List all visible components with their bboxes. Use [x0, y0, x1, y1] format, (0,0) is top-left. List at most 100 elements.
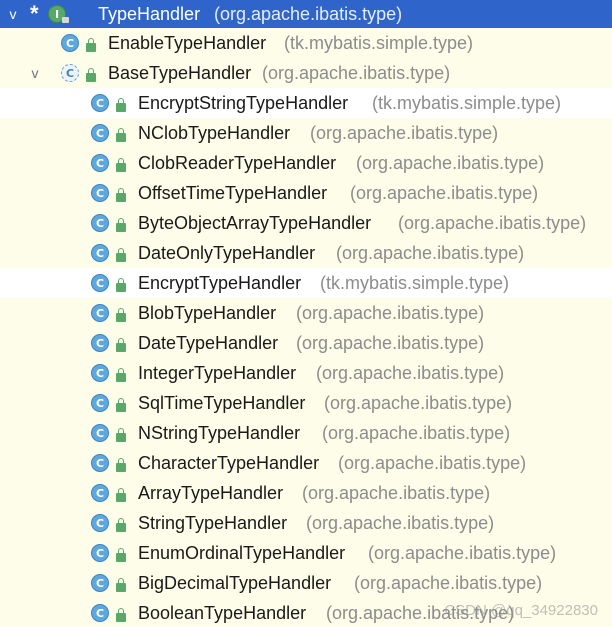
lock-icon: [86, 38, 96, 52]
node-package: (org.apache.ibatis.type): [354, 572, 543, 593]
lock-icon: [116, 218, 126, 232]
tree-node-child[interactable]: C EncryptStringTypeHandler (tk.mybatis.s…: [0, 88, 612, 118]
node-name: NClobTypeHandler: [138, 122, 291, 143]
watermark: CSDN @qq_34922830: [444, 602, 598, 619]
node-name: CharacterTypeHandler: [138, 452, 320, 473]
class-icon: C: [91, 334, 109, 352]
abstract-class-icon: C: [61, 64, 79, 82]
class-icon: C: [91, 274, 109, 292]
node-name: SqlTimeTypeHandler: [138, 392, 306, 413]
node-name: StringTypeHandler: [138, 512, 288, 533]
lock-icon: [116, 578, 126, 592]
lock-icon: [116, 518, 126, 532]
node-package: (org.apache.ibatis.type): [322, 422, 511, 443]
class-icon: C: [91, 544, 109, 562]
node-package: (org.apache.ibatis.type): [338, 452, 527, 473]
node-name: BigDecimalTypeHandler: [138, 572, 332, 593]
node-package: (org.apache.ibatis.type): [302, 482, 491, 503]
class-icon: C: [91, 424, 109, 442]
node-package: (org.apache.ibatis.type): [296, 302, 485, 323]
node-name: ClobReaderTypeHandler: [138, 152, 337, 173]
tree-node-enabletypehandler[interactable]: C EnableTypeHandler (tk.mybatis.simple.t…: [0, 28, 612, 58]
node-name: EncryptStringTypeHandler: [138, 92, 349, 113]
tree-node-child[interactable]: C BlobTypeHandler (org.apache.ibatis.typ…: [0, 298, 612, 328]
node-name: TypeHandler: [98, 3, 201, 24]
class-icon: C: [61, 34, 79, 52]
tree-node-child[interactable]: C ByteObjectArrayTypeHandler (org.apache…: [0, 208, 612, 238]
node-name: DateTypeHandler: [138, 332, 279, 353]
node-package: (org.apache.ibatis.type): [350, 182, 539, 203]
tree-node-child[interactable]: C CharacterTypeHandler (org.apache.ibati…: [0, 448, 612, 478]
node-package: (org.apache.ibatis.type): [310, 122, 499, 143]
tree-node-child[interactable]: C StringTypeHandler (org.apache.ibatis.t…: [0, 508, 612, 538]
tree-node-child[interactable]: C ClobReaderTypeHandler (org.apache.ibat…: [0, 148, 612, 178]
node-name: BooleanTypeHandler: [138, 602, 307, 623]
node-package: (org.apache.ibatis.type): [316, 362, 505, 383]
lock-icon: [116, 188, 126, 202]
tree-node-child[interactable]: C NClobTypeHandler (org.apache.ibatis.ty…: [0, 118, 612, 148]
node-package: (org.apache.ibatis.type): [336, 242, 525, 263]
lock-icon: [116, 608, 126, 622]
class-icon: C: [91, 304, 109, 322]
class-icon: C: [91, 94, 109, 112]
class-icon: C: [91, 184, 109, 202]
tree-node-child[interactable]: C OffsetTimeTypeHandler (org.apache.ibat…: [0, 178, 612, 208]
expand-chevron-icon[interactable]: v: [6, 6, 20, 22]
tree-node-child[interactable]: C SqlTimeTypeHandler (org.apache.ibatis.…: [0, 388, 612, 418]
lock-icon: [116, 128, 126, 142]
node-name: IntegerTypeHandler: [138, 362, 297, 383]
class-icon: C: [91, 364, 109, 382]
class-icon: C: [91, 454, 109, 472]
lock-icon: [116, 428, 126, 442]
tree-node-child[interactable]: C EncryptTypeHandler (tk.mybatis.simple.…: [0, 268, 612, 298]
type-hierarchy-tree: v * I TypeHandler (org.apache.ibatis.typ…: [0, 0, 612, 627]
node-name: EnumOrdinalTypeHandler: [138, 542, 346, 563]
tree-node-child[interactable]: C ArrayTypeHandler (org.apache.ibatis.ty…: [0, 478, 612, 508]
tree-node-child[interactable]: C EnumOrdinalTypeHandler (org.apache.iba…: [0, 538, 612, 568]
node-package: (org.apache.ibatis.type): [214, 3, 403, 24]
lock-icon: [116, 158, 126, 172]
lock-icon: [116, 338, 126, 352]
node-package: (tk.mybatis.simple.type): [372, 92, 562, 113]
lock-icon: [116, 98, 126, 112]
lock-icon: [116, 488, 126, 502]
tree-node-child[interactable]: C IntegerTypeHandler (org.apache.ibatis.…: [0, 358, 612, 388]
lock-icon: [116, 398, 126, 412]
node-package: (org.apache.ibatis.type): [262, 62, 451, 83]
class-icon: C: [91, 124, 109, 142]
lock-icon: [116, 308, 126, 322]
node-name: EncryptTypeHandler: [138, 272, 302, 293]
tree-node-child[interactable]: C BigDecimalTypeHandler (org.apache.ibat…: [0, 568, 612, 598]
node-package: (org.apache.ibatis.type): [356, 152, 545, 173]
lock-icon: [86, 68, 96, 82]
node-name: NStringTypeHandler: [138, 422, 301, 443]
expand-chevron-icon[interactable]: v: [28, 65, 42, 81]
node-name: BaseTypeHandler: [108, 62, 252, 83]
node-package: (org.apache.ibatis.type): [368, 542, 557, 563]
tree-node-child[interactable]: C NStringTypeHandler (org.apache.ibatis.…: [0, 418, 612, 448]
class-icon: C: [91, 154, 109, 172]
tree-node-child[interactable]: C DateOnlyTypeHandler (org.apache.ibatis…: [0, 238, 612, 268]
node-name: ByteObjectArrayTypeHandler: [138, 212, 372, 233]
current-type-marker: *: [30, 1, 39, 26]
lock-icon: [116, 548, 126, 562]
tree-node-basetypehandler[interactable]: v C BaseTypeHandler (org.apache.ibatis.t…: [0, 58, 612, 88]
lock-icon: [116, 368, 126, 382]
class-icon: C: [91, 484, 109, 502]
class-icon: C: [91, 214, 109, 232]
tree-node-typehandler[interactable]: v * I TypeHandler (org.apache.ibatis.typ…: [0, 0, 612, 28]
tree-node-child[interactable]: C DateTypeHandler (org.apache.ibatis.typ…: [0, 328, 612, 358]
lock-icon: [116, 458, 126, 472]
node-name: ArrayTypeHandler: [138, 482, 284, 503]
node-package: (org.apache.ibatis.type): [398, 212, 587, 233]
lock-icon: [62, 17, 69, 23]
class-icon: C: [91, 394, 109, 412]
node-package: (tk.mybatis.simple.type): [320, 272, 510, 293]
node-package: (org.apache.ibatis.type): [296, 332, 485, 353]
node-name: BlobTypeHandler: [138, 302, 277, 323]
node-name: OffsetTimeTypeHandler: [138, 182, 328, 203]
node-name: EnableTypeHandler: [108, 32, 267, 53]
lock-icon: [116, 278, 126, 292]
class-icon: C: [91, 574, 109, 592]
lock-icon: [116, 248, 126, 262]
